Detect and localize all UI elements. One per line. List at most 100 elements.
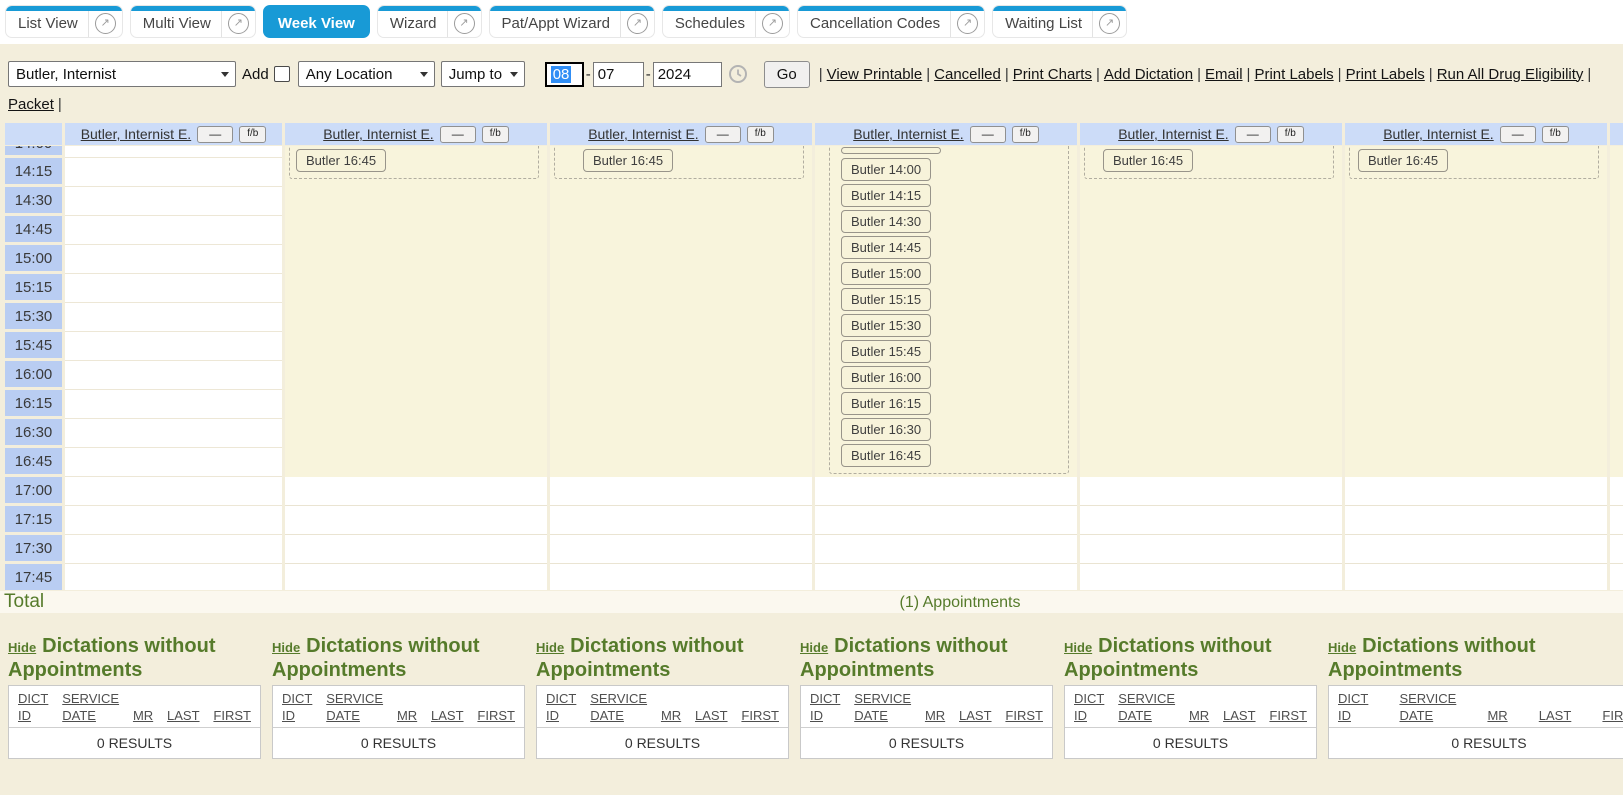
tab-popout-button[interactable]: ↗	[1092, 6, 1126, 37]
toolbar-link[interactable]: Print Labels	[1254, 66, 1333, 83]
appointment-button[interactable]: Butler 16:45	[1103, 149, 1193, 172]
fb-button[interactable]: f/b	[1012, 126, 1039, 143]
toolbar-link[interactable]: Cancelled	[934, 66, 1001, 83]
provider-link[interactable]: Butler, Internist E.	[1383, 126, 1494, 142]
appointment-button[interactable]: Butler 14:00	[841, 158, 931, 181]
date-day-input[interactable]: 07	[593, 62, 644, 87]
column-sort-link[interactable]: MR	[661, 707, 681, 724]
collapse-column-button[interactable]: —	[440, 126, 476, 143]
column-sort-link[interactable]: SERVICEDATE	[1399, 690, 1456, 724]
column-sort-link[interactable]: FIRST	[741, 707, 779, 724]
tab[interactable]: Schedules ↗	[662, 5, 790, 38]
column-sort-link[interactable]: FIRST	[1005, 707, 1043, 724]
collapse-column-button[interactable]: —	[1500, 126, 1536, 143]
provider-link[interactable]: Butler, Internist E.	[323, 126, 434, 142]
collapse-column-button[interactable]: —	[1235, 126, 1271, 143]
column-sort-link[interactable]: DICTID	[18, 690, 48, 724]
column-sort-link[interactable]: SERVICEDATE	[62, 690, 119, 724]
appointment-button[interactable]: Butler 14:15	[841, 184, 931, 207]
tab[interactable]: List View ↗	[5, 5, 123, 38]
column-sort-link[interactable]: MR	[1487, 707, 1507, 724]
collapse-column-button[interactable]: —	[970, 126, 1006, 143]
column-sort-link[interactable]: FIRST	[1269, 707, 1307, 724]
column-sort-link[interactable]: MR	[133, 707, 153, 724]
column-sort-link[interactable]: FIRST	[213, 707, 251, 724]
appointment-button[interactable]: Butler 14:30	[841, 210, 931, 233]
appointment-button[interactable]: Butler 16:45	[583, 149, 673, 172]
fb-button[interactable]: f/b	[1277, 126, 1304, 143]
toolbar-link[interactable]: View Printable	[827, 66, 923, 83]
tab-label[interactable]: Cancellation Codes	[798, 6, 950, 37]
column-sort-link[interactable]: DICTID	[810, 690, 840, 724]
tab-popout-button[interactable]: ↗	[221, 6, 255, 37]
tab[interactable]: Waiting List ↗	[992, 5, 1127, 38]
appointment-button[interactable]: Butler 15:15	[841, 288, 931, 311]
tab[interactable]: Wizard ↗	[377, 5, 482, 38]
add-checkbox[interactable]	[274, 66, 290, 82]
appointment-button[interactable]: Butler 16:15	[841, 392, 931, 415]
tab-label[interactable]: Multi View	[131, 6, 221, 37]
jump-to-select[interactable]: Jump to	[441, 61, 525, 87]
date-month-input[interactable]: 08	[545, 62, 584, 87]
column-sort-link[interactable]: LAST	[431, 707, 464, 724]
toolbar-link[interactable]: Print Labels	[1346, 66, 1425, 83]
collapse-column-button[interactable]: —	[705, 126, 741, 143]
appointment-button[interactable]: Butler 16:45	[1358, 149, 1448, 172]
appointment-button[interactable]: Butler 16:00	[841, 366, 931, 389]
appointment-button[interactable]: Butler 14:45	[841, 236, 931, 259]
tab-popout-button[interactable]: ↗	[88, 6, 122, 37]
column-sort-link[interactable]: DICTID	[546, 690, 576, 724]
column-sort-link[interactable]: FIRST	[1602, 707, 1623, 724]
fb-button[interactable]: f/b	[239, 126, 266, 143]
appointment-button-clipped[interactable]	[841, 147, 941, 154]
fb-button[interactable]: f/b	[482, 126, 509, 143]
tab-label[interactable]: List View	[6, 6, 88, 37]
tab-label[interactable]: Pat/Appt Wizard	[490, 6, 620, 37]
column-sort-link[interactable]: DICTID	[282, 690, 312, 724]
column-sort-link[interactable]: DICTID	[1074, 690, 1104, 724]
tab[interactable]: Multi View ↗	[130, 5, 256, 38]
toolbar-link[interactable]: Add Dictation	[1104, 66, 1193, 83]
tab-label[interactable]: Week View	[264, 6, 369, 37]
tab-label[interactable]: Schedules	[663, 6, 755, 37]
tab-label[interactable]: Wizard	[378, 6, 447, 37]
provider-select[interactable]: Butler, Internist	[8, 61, 236, 87]
appointment-button[interactable]: Butler 15:45	[841, 340, 931, 363]
column-sort-link[interactable]: LAST	[167, 707, 200, 724]
appointment-button[interactable]: Butler 16:45	[296, 149, 386, 172]
clock-icon[interactable]	[728, 64, 748, 84]
column-sort-link[interactable]: SERVICEDATE	[590, 690, 647, 724]
appointment-button[interactable]: Butler 15:30	[841, 314, 931, 337]
column-sort-link[interactable]: MR	[397, 707, 417, 724]
hide-link[interactable]: Hide	[1328, 640, 1356, 655]
fb-button[interactable]: f/b	[747, 126, 774, 143]
appointment-button[interactable]: Butler 16:45	[841, 444, 931, 467]
provider-link[interactable]: Butler, Internist E.	[588, 126, 699, 142]
hide-link[interactable]: Hide	[272, 640, 300, 655]
hide-link[interactable]: Hide	[536, 640, 564, 655]
column-sort-link[interactable]: MR	[925, 707, 945, 724]
column-sort-link[interactable]: SERVICEDATE	[854, 690, 911, 724]
toolbar-link[interactable]: Print Charts	[1013, 66, 1092, 83]
fb-button[interactable]: f/b	[1542, 126, 1569, 143]
collapse-column-button[interactable]: —	[197, 126, 233, 143]
column-sort-link[interactable]: FIRST	[477, 707, 515, 724]
column-sort-link[interactable]: DICTID	[1338, 690, 1368, 724]
toolbar-link[interactable]: Email	[1205, 66, 1243, 83]
toolbar-link[interactable]: Run All Drug Eligibility	[1437, 66, 1584, 83]
provider-link[interactable]: Butler, Internist E.	[81, 126, 192, 142]
hide-link[interactable]: Hide	[8, 640, 36, 655]
column-sort-link[interactable]: LAST	[695, 707, 728, 724]
hide-link[interactable]: Hide	[1064, 640, 1092, 655]
tab-popout-button[interactable]: ↗	[755, 6, 789, 37]
tab[interactable]: Pat/Appt Wizard ↗	[489, 5, 655, 38]
column-sort-link[interactable]: LAST	[1539, 707, 1572, 724]
toolbar-link[interactable]: Packet	[8, 96, 54, 113]
tab-label[interactable]: Waiting List	[993, 6, 1092, 37]
provider-link[interactable]: Butler, Internist E.	[853, 126, 964, 142]
tab-popout-button[interactable]: ↗	[447, 6, 481, 37]
appointment-button[interactable]: Butler 15:00	[841, 262, 931, 285]
column-sort-link[interactable]: LAST	[959, 707, 992, 724]
tab-popout-button[interactable]: ↗	[950, 6, 984, 37]
tab[interactable]: Week View	[263, 5, 370, 38]
